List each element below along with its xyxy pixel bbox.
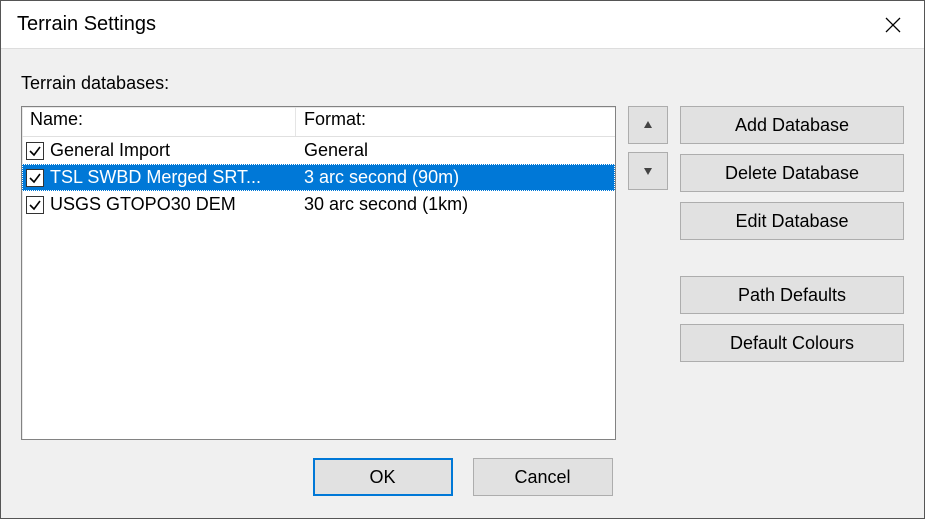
bottom-buttons: OK Cancel [21, 458, 904, 500]
databases-label: Terrain databases: [21, 73, 904, 94]
cell-name: USGS GTOPO30 DEM [22, 194, 296, 215]
table-row[interactable]: USGS GTOPO30 DEM 30 arc second (1km) [22, 191, 615, 218]
delete-database-button[interactable]: Delete Database [680, 154, 904, 192]
cell-name: TSL SWBD Merged SRT... [22, 167, 296, 188]
middle-area: Name: Format: General Import General TSL S… [21, 106, 904, 440]
add-database-button[interactable]: Add Database [680, 106, 904, 144]
table-row[interactable]: TSL SWBD Merged SRT... 3 arc second (90m) [22, 164, 615, 191]
edit-database-button[interactable]: Edit Database [680, 202, 904, 240]
row-name-text: TSL SWBD Merged SRT... [50, 167, 261, 188]
database-list[interactable]: Name: Format: General Import General TSL S… [21, 106, 616, 440]
dialog-window: Terrain Settings Terrain databases: Name… [0, 0, 925, 519]
row-name-text: USGS GTOPO30 DEM [50, 194, 236, 215]
column-header-name[interactable]: Name: [22, 107, 296, 136]
triangle-down-icon [643, 166, 653, 176]
row-checkbox[interactable] [26, 169, 44, 187]
triangle-up-icon [643, 120, 653, 130]
list-header: Name: Format: [22, 107, 615, 137]
cell-format: 3 arc second (90m) [296, 167, 615, 188]
move-up-button[interactable] [628, 106, 668, 144]
path-defaults-button[interactable]: Path Defaults [680, 276, 904, 314]
reorder-buttons [628, 106, 668, 440]
list-rows: General Import General TSL SWBD Merged SRT… [22, 137, 615, 439]
table-row[interactable]: General Import General [22, 137, 615, 164]
cancel-button[interactable]: Cancel [473, 458, 613, 496]
side-buttons: Add Database Delete Database Edit Databa… [680, 106, 904, 440]
cell-name: General Import [22, 140, 296, 161]
dialog-body: Terrain databases: Name: Format: General… [1, 49, 924, 518]
cell-format: 30 arc second (1km) [296, 194, 615, 215]
move-down-button[interactable] [628, 152, 668, 190]
ok-button[interactable]: OK [313, 458, 453, 496]
column-header-format[interactable]: Format: [296, 107, 615, 136]
default-colours-button[interactable]: Default Colours [680, 324, 904, 362]
titlebar: Terrain Settings [1, 1, 924, 49]
spacer [680, 250, 904, 266]
row-checkbox[interactable] [26, 142, 44, 160]
close-button[interactable] [870, 2, 916, 48]
dialog-title: Terrain Settings [17, 13, 870, 36]
row-checkbox[interactable] [26, 196, 44, 214]
row-name-text: General Import [50, 140, 170, 161]
close-icon [885, 17, 901, 33]
cell-format: General [296, 140, 615, 161]
